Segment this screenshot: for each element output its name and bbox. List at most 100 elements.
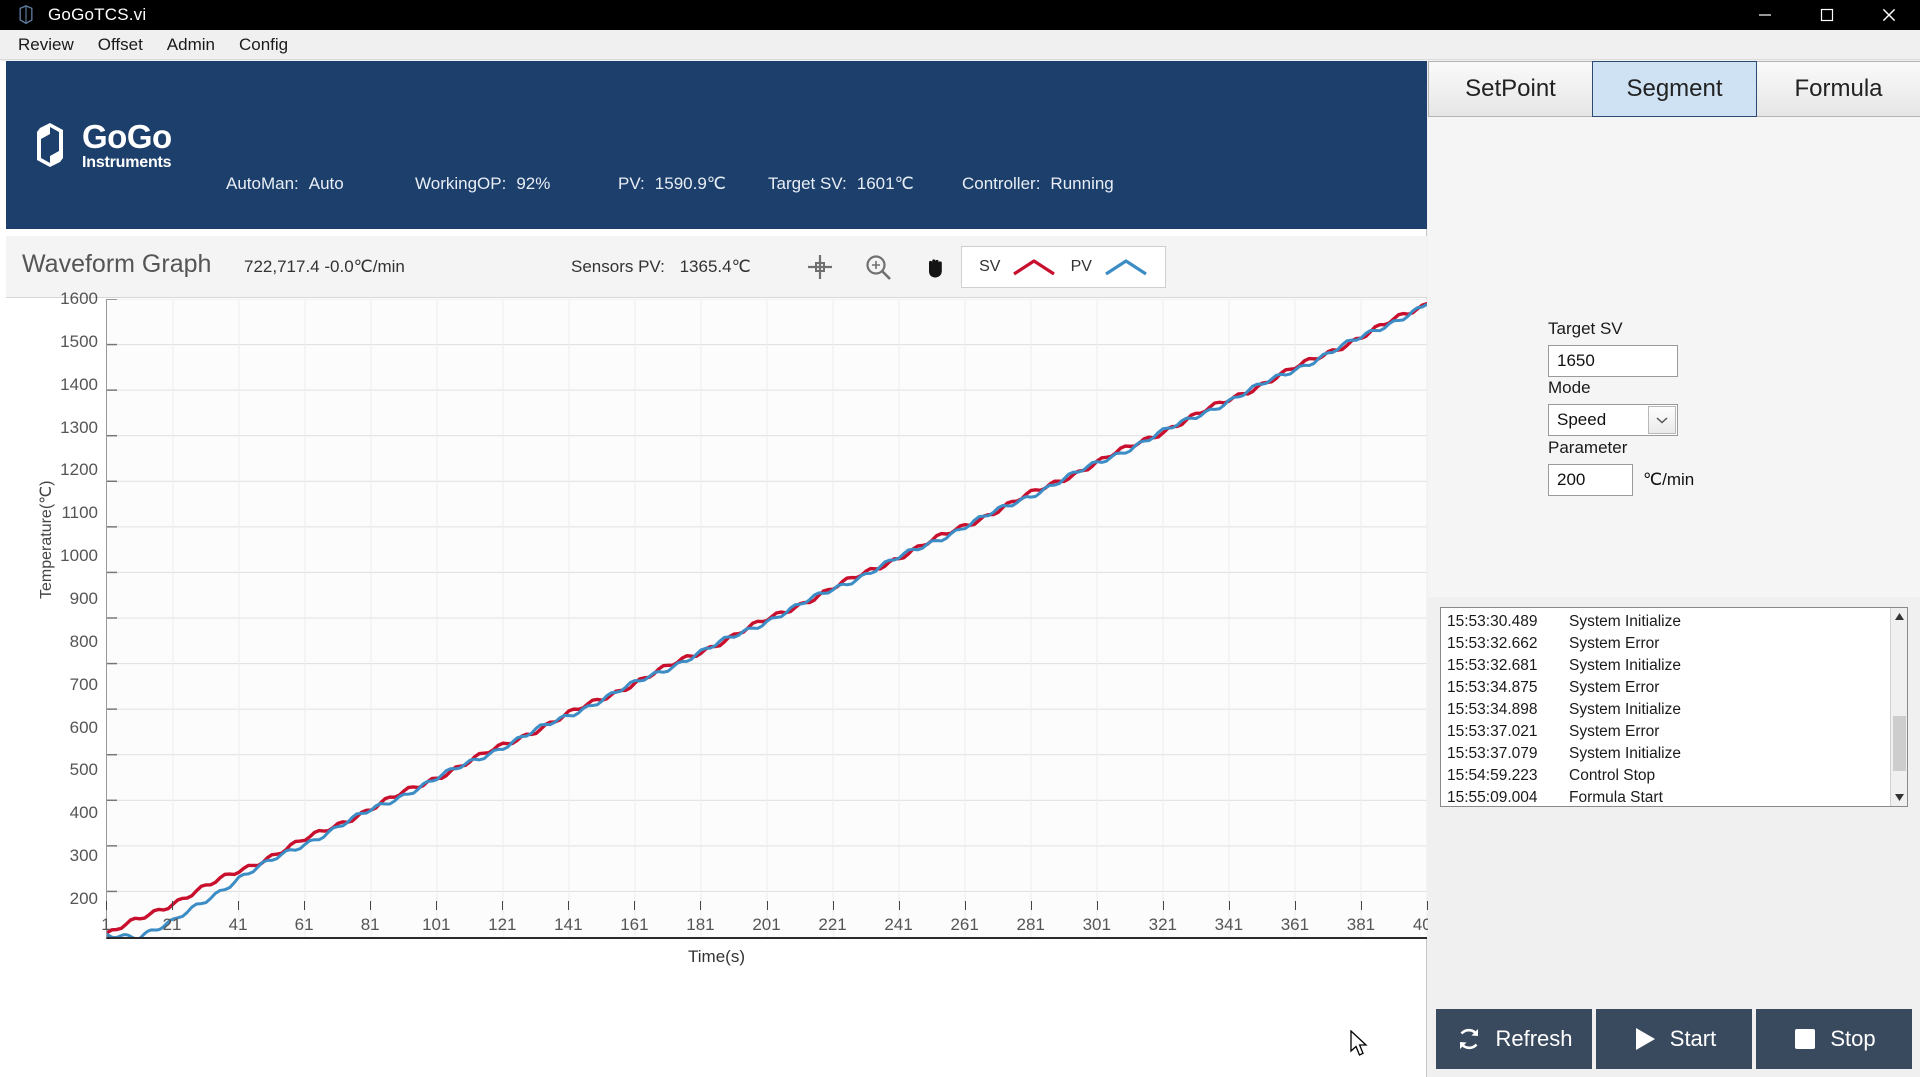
- x-tick-label: 81: [360, 915, 380, 934]
- graph-toolbar: Waveform Graph 722,717.4 -0.0℃/min Senso…: [6, 236, 1427, 298]
- event-log-scrollbar[interactable]: [1890, 608, 1907, 806]
- legend-swatch-sv-icon: [1013, 259, 1056, 276]
- y-tick-label: 1100: [61, 503, 98, 523]
- gogo-logo-icon: [28, 120, 72, 170]
- maximize-button[interactable]: [1796, 0, 1858, 30]
- log-message: System Initialize: [1569, 745, 1681, 762]
- x-tick-mark: [1096, 901, 1098, 910]
- tab-formula[interactable]: Formula: [1756, 61, 1920, 117]
- brand-name-line2: Instruments: [82, 153, 172, 171]
- y-tick-label: 1400: [60, 374, 98, 394]
- log-row[interactable]: 15:53:32.662 System Error: [1447, 633, 1890, 655]
- y-tick-label: 1600: [60, 289, 98, 308]
- crosshair-icon[interactable]: [801, 248, 839, 286]
- stop-button[interactable]: Stop: [1756, 1009, 1912, 1069]
- chevron-down-icon[interactable]: [1648, 406, 1676, 434]
- series-svg: [107, 298, 1427, 937]
- status-pv: PV: 1590.9℃: [618, 174, 726, 194]
- menu-item-offset[interactable]: Offset: [88, 32, 153, 58]
- x-tick-mark: [1294, 901, 1296, 910]
- event-log[interactable]: 15:53:30.489 System Initialize 15:53:32.66…: [1440, 607, 1908, 807]
- x-tick-mark: [502, 901, 504, 910]
- log-message: System Initialize: [1569, 657, 1681, 674]
- x-tick-label: 181: [686, 915, 715, 934]
- status-target-sv-label: Target SV:: [768, 174, 847, 193]
- log-message: Control Stop: [1569, 767, 1656, 784]
- log-timestamp: 15:55:09.004: [1447, 789, 1538, 806]
- y-tick-label: 500: [69, 760, 98, 780]
- stop-square-icon: [1792, 1026, 1818, 1052]
- graph-title: Waveform Graph: [22, 250, 212, 278]
- x-tick-mark: [1162, 901, 1164, 910]
- mode-select[interactable]: Speed: [1548, 404, 1678, 436]
- graph-coordinate-readout: 722,717.4 -0.0℃/min: [244, 257, 405, 276]
- menu-item-admin[interactable]: Admin: [157, 32, 225, 58]
- log-row[interactable]: 15:53:37.079 System Initialize: [1447, 743, 1890, 765]
- status-automan-value: Auto: [308, 174, 344, 193]
- log-row[interactable]: 15:54:59.223 Control Stop: [1447, 765, 1890, 787]
- legend-entry-pv[interactable]: PV: [1071, 257, 1148, 277]
- log-timestamp: 15:53:30.489: [1447, 613, 1538, 630]
- log-timestamp: 15:53:37.079: [1447, 745, 1538, 762]
- log-row[interactable]: 15:53:34.875 System Error: [1447, 677, 1890, 699]
- y-tick-label: 1000: [60, 546, 98, 566]
- zoom-icon[interactable]: [859, 248, 897, 286]
- start-button[interactable]: Start: [1596, 1009, 1752, 1069]
- log-row[interactable]: 15:53:30.489 System Initialize: [1447, 611, 1890, 633]
- tab-segment[interactable]: Segment: [1592, 61, 1757, 117]
- refresh-button[interactable]: Refresh: [1436, 1009, 1592, 1069]
- x-tick-label: 161: [620, 915, 649, 934]
- tab-setpoint[interactable]: SetPoint: [1428, 61, 1593, 117]
- close-button[interactable]: [1858, 0, 1920, 30]
- graph-tool-group: [801, 248, 955, 286]
- x-tick-label: 281: [1016, 915, 1045, 934]
- mode-label: Mode: [1548, 378, 1591, 397]
- log-row[interactable]: 15:53:37.021 System Error: [1447, 721, 1890, 743]
- x-tick-label: 381: [1346, 915, 1376, 934]
- parameter-label: Parameter: [1548, 438, 1628, 457]
- x-axis-label: Time(s): [688, 947, 745, 966]
- x-tick-mark: [304, 901, 306, 910]
- parameter-input[interactable]: 200: [1548, 464, 1633, 496]
- scroll-down-arrow-icon[interactable]: [1891, 789, 1907, 806]
- pan-hand-icon[interactable]: [917, 248, 955, 286]
- status-pv-label: PV:: [618, 174, 645, 193]
- status-workingop: WorkingOP: 92%: [415, 174, 550, 194]
- field-target-sv: Target SV 1650: [1548, 319, 1678, 377]
- x-tick-label: 61: [294, 915, 314, 934]
- minimize-button[interactable]: [1734, 0, 1796, 30]
- y-tick-label: 200: [69, 889, 98, 908]
- status-workingop-label: WorkingOP:: [415, 174, 507, 193]
- stop-button-label: Stop: [1830, 1026, 1876, 1051]
- menu-bar: Review Offset Admin Config: [0, 30, 1920, 60]
- sensors-pv-readout: Sensors PV: 1365.4℃: [571, 257, 751, 277]
- log-row[interactable]: 15:53:32.681 System Initialize: [1447, 655, 1890, 677]
- log-timestamp: 15:53:34.875: [1447, 679, 1538, 696]
- brand-status-header: GoGo Instruments AutoMan: Auto WorkingOP:…: [6, 61, 1427, 229]
- status-target-sv-value: 1601℃: [856, 174, 914, 193]
- plot-canvas[interactable]: [106, 298, 1427, 939]
- x-tick-mark: [700, 901, 702, 910]
- menu-item-review[interactable]: Review: [8, 32, 84, 58]
- legend-swatch-pv-icon: [1105, 259, 1147, 276]
- menu-item-config[interactable]: Config: [229, 32, 298, 58]
- y-tick-label: 800: [69, 631, 98, 651]
- target-sv-input[interactable]: 1650: [1548, 345, 1678, 377]
- scrollbar-thumb[interactable]: [1893, 716, 1906, 771]
- x-tick-label: 321: [1148, 915, 1177, 934]
- scroll-up-arrow-icon[interactable]: [1891, 608, 1907, 625]
- x-tick-label: 101: [422, 915, 451, 934]
- log-message: System Initialize: [1569, 613, 1681, 630]
- x-tick-mark: [1030, 901, 1032, 910]
- x-tick-mark: [238, 901, 240, 910]
- start-button-label: Start: [1669, 1026, 1717, 1051]
- log-row[interactable]: 15:55:09.004 Formula Start: [1447, 787, 1890, 806]
- status-controller-label: Controller:: [962, 174, 1041, 193]
- main-content-area: GoGo Instruments AutoMan: Auto WorkingOP:…: [0, 61, 1441, 1077]
- legend-entry-sv[interactable]: SV: [979, 257, 1056, 277]
- target-sv-label: Target SV: [1548, 319, 1623, 338]
- x-tick-label: 241: [884, 915, 913, 934]
- x-tick-label: 21: [162, 915, 182, 934]
- log-row[interactable]: 15:53:34.898 System Initialize: [1447, 699, 1890, 721]
- x-tick-label: 221: [818, 915, 847, 934]
